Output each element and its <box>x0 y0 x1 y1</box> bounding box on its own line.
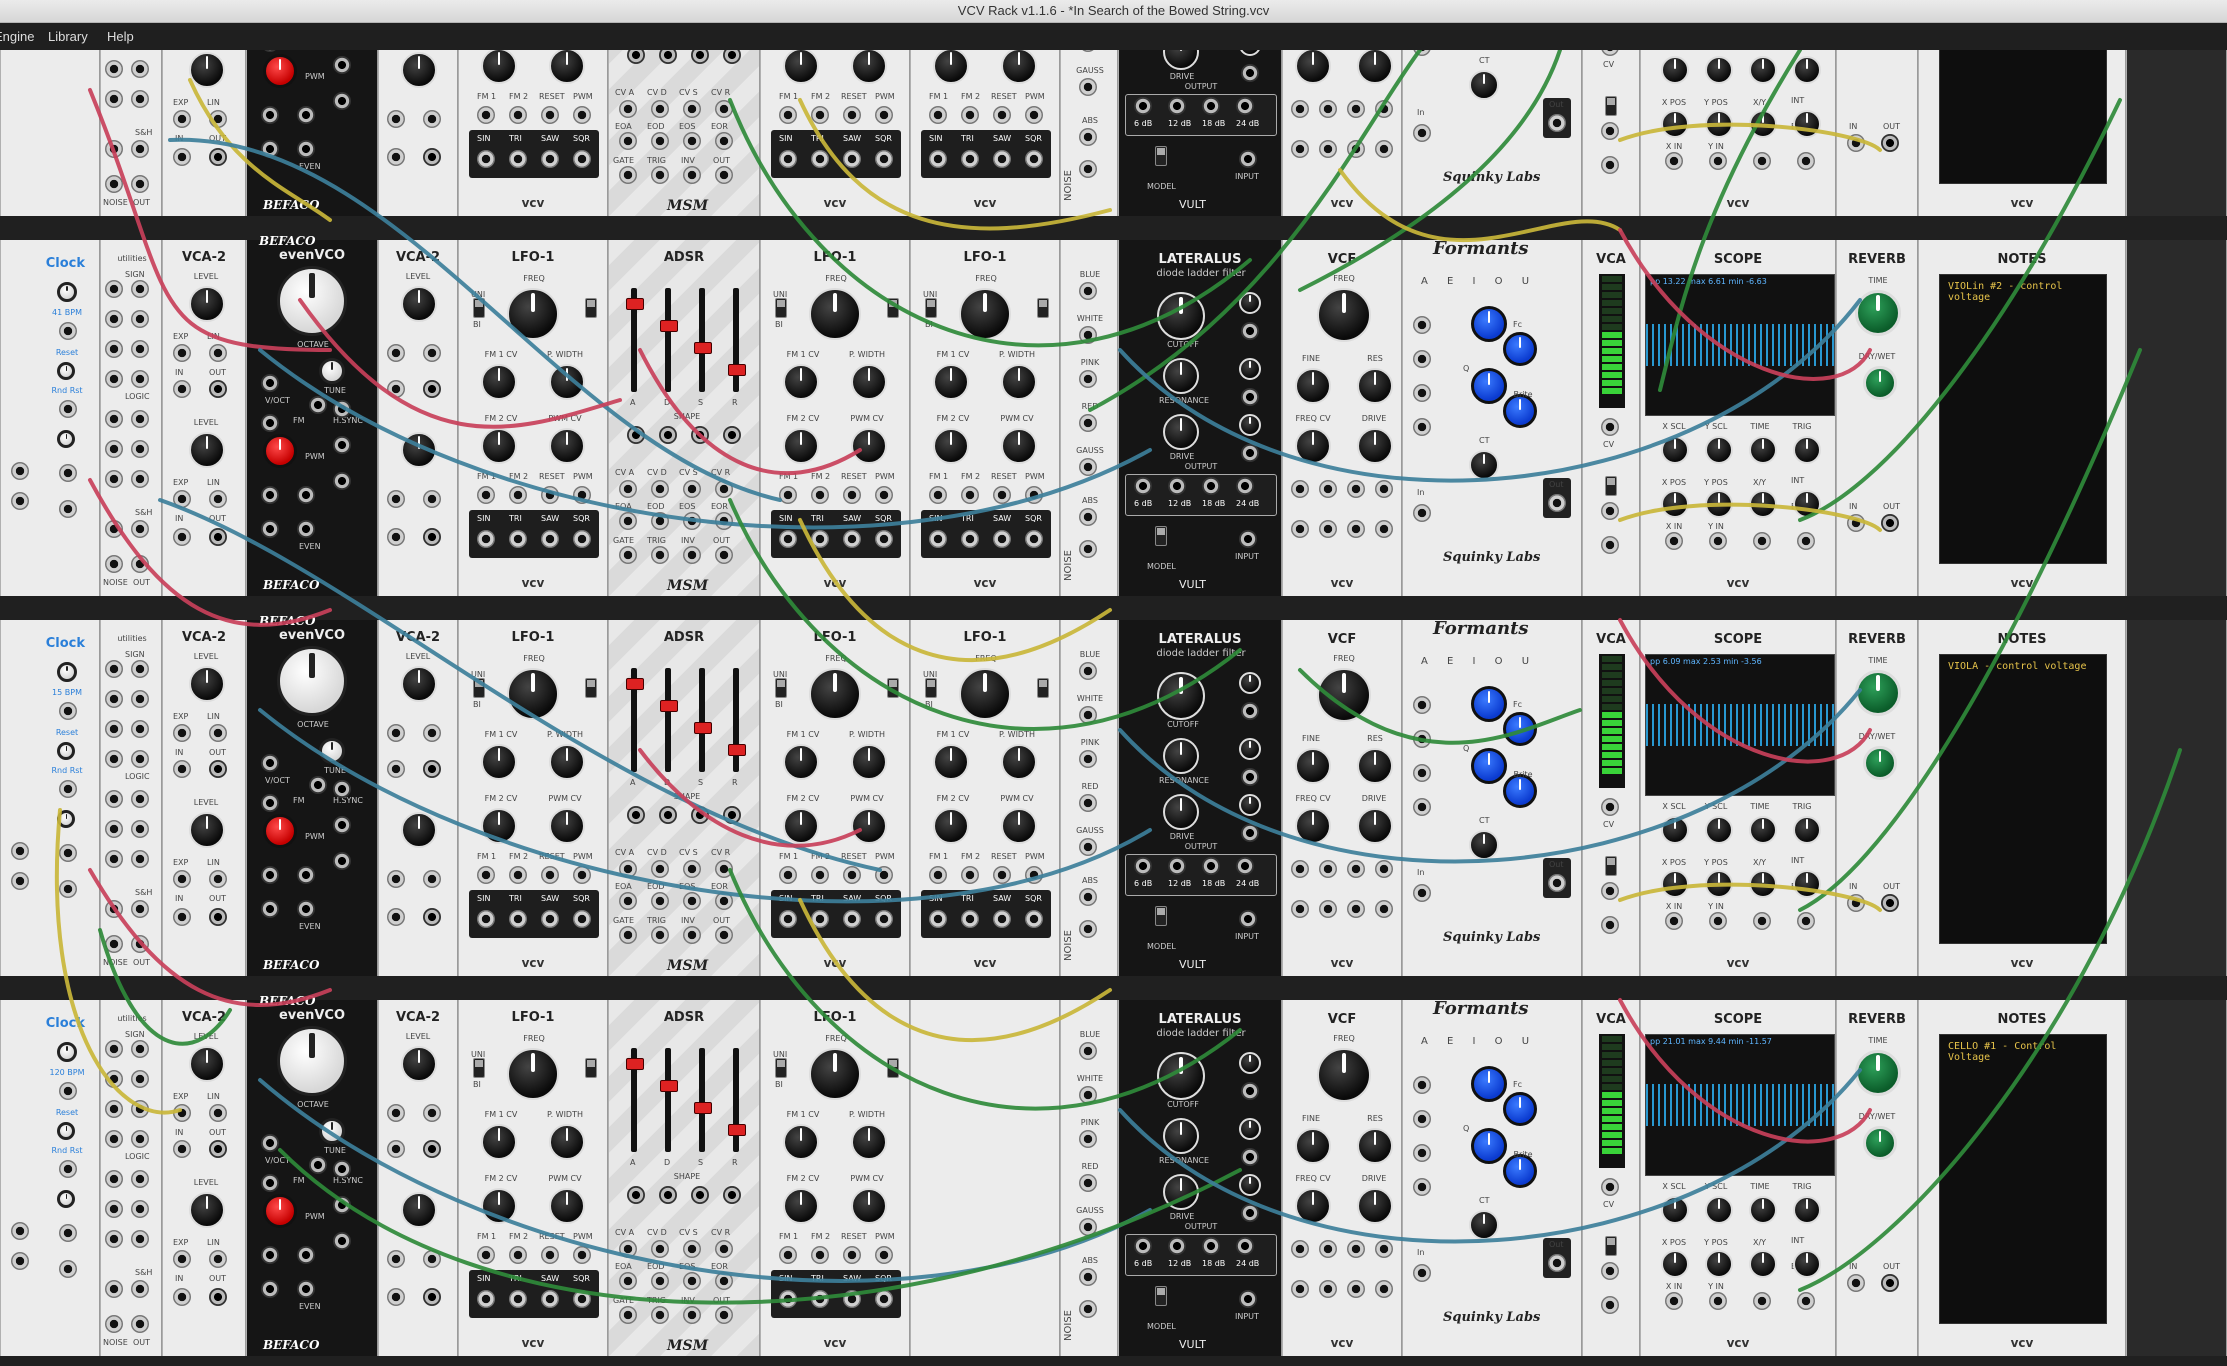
patch-cable-green[interactable] <box>1798 748 2182 1292</box>
patch-cable-blue[interactable] <box>1118 688 1862 864</box>
patch-cable-yellow[interactable] <box>1338 168 1622 243</box>
patch-cable-blue[interactable] <box>1118 1068 1862 1244</box>
patch-cable-green[interactable] <box>1658 50 1802 392</box>
patch-cable-green[interactable] <box>278 1148 1242 1305</box>
menu-bar: Engine Library Help <box>0 23 2227 50</box>
patch-cable-yellow[interactable] <box>1618 882 1882 912</box>
patch-cable-red[interactable] <box>88 868 332 1007</box>
patch-cable-green[interactable] <box>98 928 232 1046</box>
patch-cable-yellow[interactable] <box>798 98 1112 231</box>
patch-cable-yellow[interactable] <box>1618 502 1882 532</box>
patch-cable-green[interactable] <box>728 868 1242 1111</box>
patch-cable-red[interactable] <box>1618 998 1872 1144</box>
patch-cable-blue[interactable] <box>258 708 1152 904</box>
patch-cable-yellow[interactable] <box>798 518 1112 662</box>
patch-cable-yellow[interactable] <box>798 898 1112 1042</box>
patch-cable-green[interactable] <box>1298 668 1582 745</box>
patch-cable-blue[interactable] <box>258 1078 1152 1283</box>
patch-cable-blue[interactable] <box>168 137 782 502</box>
window-title: VCV Rack v1.1.6 - *In Search of the Bowe… <box>0 0 2227 23</box>
patch-cable-red[interactable] <box>88 88 332 352</box>
menu-help[interactable]: Help <box>107 23 134 50</box>
patch-cables <box>54 50 2182 1305</box>
menu-engine[interactable]: Engine <box>0 23 34 50</box>
patch-cable-red[interactable] <box>88 478 332 627</box>
patch-cable-green[interactable] <box>1798 98 2122 522</box>
patch-cable-blue[interactable] <box>1118 298 1862 483</box>
patch-cable-green[interactable] <box>1088 50 1422 412</box>
patch-cable-green[interactable] <box>728 98 1252 348</box>
menu-library[interactable]: Library <box>48 23 88 50</box>
patch-cable-green[interactable] <box>1798 348 2142 912</box>
patch-cable-yellow[interactable] <box>188 78 332 222</box>
patch-cable-red[interactable] <box>1618 618 1872 764</box>
rack-area[interactable]: utilitiesSIGNLOGICS&HNOISEOUTVCA-2LEVELE… <box>0 50 2227 1366</box>
patch-cable-blue[interactable] <box>158 498 882 872</box>
patch-cable-red[interactable] <box>1618 228 1872 381</box>
